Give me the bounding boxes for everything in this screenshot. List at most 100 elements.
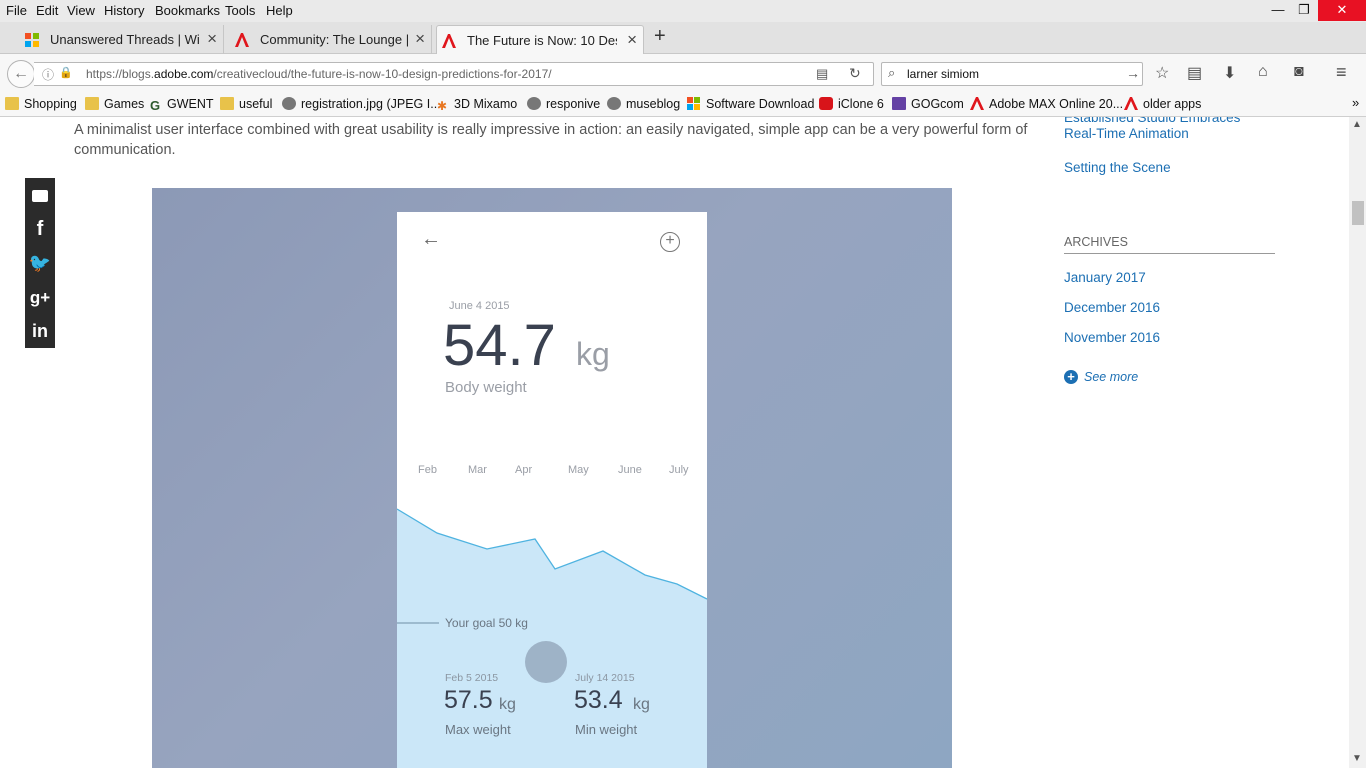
- googleplus-share-button[interactable]: g+: [25, 280, 55, 314]
- phone-mockup: ← + June 4 2015 54.7 kg Body weight Feb …: [397, 212, 707, 768]
- tab-unanswered-threads[interactable]: Unanswered Threads | Wi... ×: [20, 25, 224, 54]
- month-mar: Mar: [468, 464, 487, 476]
- globe-icon: [282, 97, 296, 110]
- bookmark-star-icon[interactable]: ☆: [1155, 63, 1169, 83]
- month-june: June: [618, 464, 642, 476]
- bookmarks-overflow-icon[interactable]: »: [1352, 95, 1359, 110]
- chart-area: [397, 509, 707, 768]
- globe-icon: [607, 97, 621, 110]
- lock-warning-icon[interactable]: 🔒: [59, 66, 73, 79]
- restore-button[interactable]: ❐: [1286, 0, 1322, 21]
- weight-unit: kg: [576, 336, 610, 372]
- twitter-share-button[interactable]: 🐦: [25, 246, 55, 280]
- sidebar-link-realtime[interactable]: Real-Time Animation: [1064, 126, 1189, 141]
- archives-heading: ARCHIVES: [1064, 235, 1128, 249]
- bookmark-adobe-max[interactable]: Adobe MAX Online 20...: [970, 97, 1123, 111]
- download-icon[interactable]: ⬇: [1223, 63, 1236, 83]
- url-bar[interactable]: ⓘ 🔒 https://blogs.adobe.com/creativeclou…: [34, 62, 874, 86]
- bookmark-shopping[interactable]: Shopping: [5, 97, 77, 111]
- bookmark-museblog[interactable]: museblog: [607, 97, 680, 111]
- scroll-thumb[interactable]: [1352, 201, 1364, 225]
- googleplus-icon: g+: [29, 288, 51, 307]
- min-label: Min weight: [575, 722, 638, 737]
- menu-view[interactable]: View: [67, 3, 95, 18]
- adobe-icon: [970, 97, 984, 110]
- tab-community-lounge[interactable]: Community: The Lounge |... ×: [230, 25, 432, 54]
- menu-bookmarks[interactable]: Bookmarks: [155, 3, 220, 18]
- tab-close-icon[interactable]: ×: [627, 30, 637, 50]
- archive-december-2016[interactable]: December 2016: [1064, 300, 1160, 315]
- menubar: File Edit View History Bookmarks Tools H…: [0, 0, 1366, 22]
- info-icon[interactable]: ⓘ: [42, 66, 54, 83]
- weight-area-chart: [397, 508, 707, 768]
- folder-icon: [5, 97, 19, 110]
- bookmark-games[interactable]: Games: [85, 97, 144, 111]
- twitter-icon: 🐦: [28, 253, 52, 273]
- bookmark-software-download[interactable]: Software Download: [687, 97, 814, 111]
- comment-icon: [32, 190, 48, 202]
- windows-icon: [687, 97, 701, 110]
- pocket-icon[interactable]: ◙: [1294, 63, 1304, 81]
- weight-date: June 4 2015: [449, 300, 510, 312]
- bookmark-gwent[interactable]: G GWENT: [150, 97, 214, 113]
- menu-hamburger-icon[interactable]: ≡: [1336, 62, 1347, 83]
- bookmark-gogcom[interactable]: GOGcom: [892, 97, 964, 111]
- add-circle-icon: +: [660, 232, 680, 252]
- tab-close-icon[interactable]: ×: [415, 29, 425, 49]
- bookmarks-list-icon[interactable]: ▤: [1187, 63, 1202, 83]
- home-icon[interactable]: ⌂: [1258, 63, 1268, 81]
- menu-file[interactable]: File: [6, 3, 27, 18]
- gwent-icon: G: [150, 98, 161, 113]
- bookmark-useful[interactable]: useful: [220, 97, 272, 111]
- scroll-down-icon[interactable]: ▼: [1352, 753, 1362, 764]
- bookmark-mixamo[interactable]: ✱ 3D Mixamo: [437, 97, 517, 113]
- sidebar-link-established[interactable]: Established Studio Embraces: [1064, 117, 1240, 125]
- navigation-bar: ← ⓘ 🔒 https://blogs.adobe.com/creativecl…: [0, 54, 1366, 92]
- adobe-icon: [1124, 97, 1138, 110]
- month-feb: Feb: [418, 464, 437, 476]
- bookmark-registration[interactable]: registration.jpg (JPEG I...: [282, 97, 441, 111]
- archive-january-2017[interactable]: January 2017: [1064, 270, 1146, 285]
- tab-bar: Unanswered Threads | Wi... × Community: …: [0, 22, 1366, 54]
- menu-edit[interactable]: Edit: [36, 3, 58, 18]
- folder-icon: [85, 97, 99, 110]
- new-tab-button[interactable]: +: [654, 25, 666, 48]
- month-july: July: [669, 464, 689, 476]
- search-icon: ⌕: [888, 65, 896, 80]
- tab-future-is-now[interactable]: The Future is Now: 10 Desi... ×: [436, 25, 644, 54]
- search-go-icon[interactable]: →: [1126, 65, 1140, 81]
- archive-november-2016[interactable]: November 2016: [1064, 330, 1160, 345]
- linkedin-share-button[interactable]: in: [25, 314, 55, 348]
- menu-help[interactable]: Help: [266, 3, 293, 18]
- bookmark-iclone[interactable]: iClone 6: [819, 97, 884, 111]
- bookmark-responive[interactable]: responive: [527, 97, 600, 111]
- search-bar[interactable]: ⌕ larner simiom →: [881, 62, 1143, 86]
- see-more-plus-icon[interactable]: +: [1064, 370, 1078, 384]
- sidebar-link-setting-the-scene[interactable]: Setting the Scene: [1064, 160, 1171, 175]
- see-more-link[interactable]: See more: [1084, 370, 1138, 384]
- archives-divider: [1064, 253, 1275, 254]
- comment-share-button[interactable]: [25, 178, 55, 212]
- bookmark-older-apps[interactable]: older apps: [1124, 97, 1201, 111]
- vertical-scrollbar[interactable]: ▲ ▼: [1349, 117, 1366, 768]
- month-apr: Apr: [515, 464, 533, 476]
- adobe-favicon-icon: [234, 32, 250, 48]
- facebook-share-button[interactable]: f: [25, 212, 55, 246]
- reader-view-icon[interactable]: ▤: [816, 66, 828, 82]
- menu-history[interactable]: History: [104, 3, 144, 18]
- scroll-up-icon[interactable]: ▲: [1352, 119, 1362, 130]
- twitch-icon: [892, 97, 906, 110]
- search-input[interactable]: larner simiom: [907, 67, 979, 81]
- min-unit: kg: [633, 696, 650, 713]
- max-unit: kg: [499, 696, 516, 713]
- month-may: May: [568, 464, 589, 476]
- menu-tools[interactable]: Tools: [225, 3, 255, 18]
- reload-icon[interactable]: ↻: [849, 65, 861, 82]
- max-label: Max weight: [445, 722, 511, 737]
- close-window-button[interactable]: ✕: [1318, 0, 1366, 21]
- tab-close-icon[interactable]: ×: [207, 29, 217, 49]
- chart-handle: [525, 641, 567, 683]
- min-date: July 14 2015: [575, 672, 635, 684]
- back-button[interactable]: ←: [7, 60, 35, 88]
- linkedin-icon: in: [32, 321, 48, 341]
